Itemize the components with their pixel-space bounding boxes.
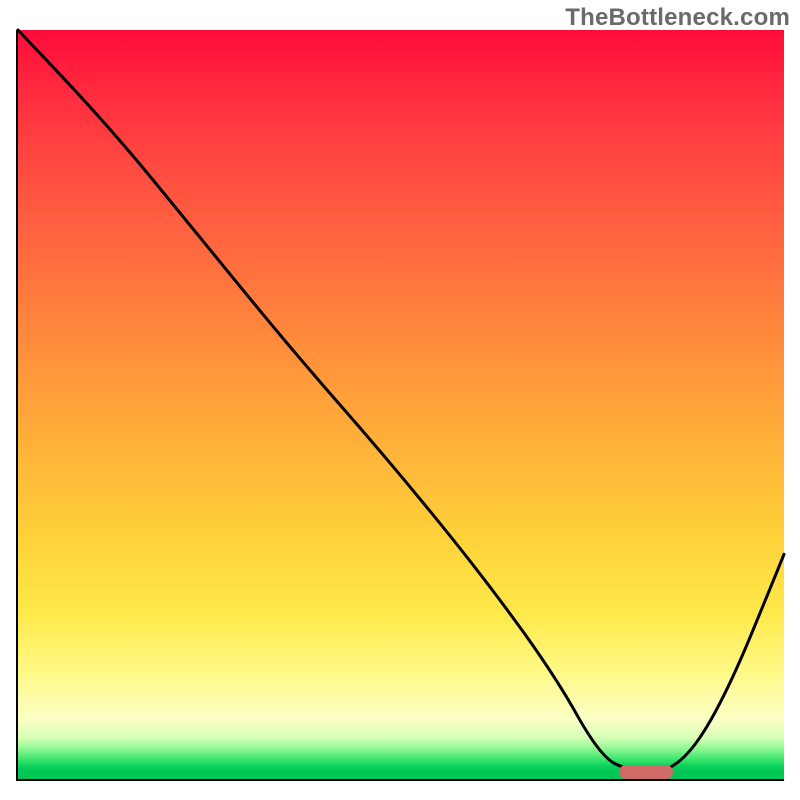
bottleneck-curve: [18, 30, 784, 779]
watermark-text: TheBottleneck.com: [565, 4, 790, 32]
plot-axes: [16, 30, 784, 781]
optimal-marker: [619, 765, 673, 779]
chart-container: TheBottleneck.com: [0, 0, 800, 800]
plot-area: [18, 30, 784, 779]
